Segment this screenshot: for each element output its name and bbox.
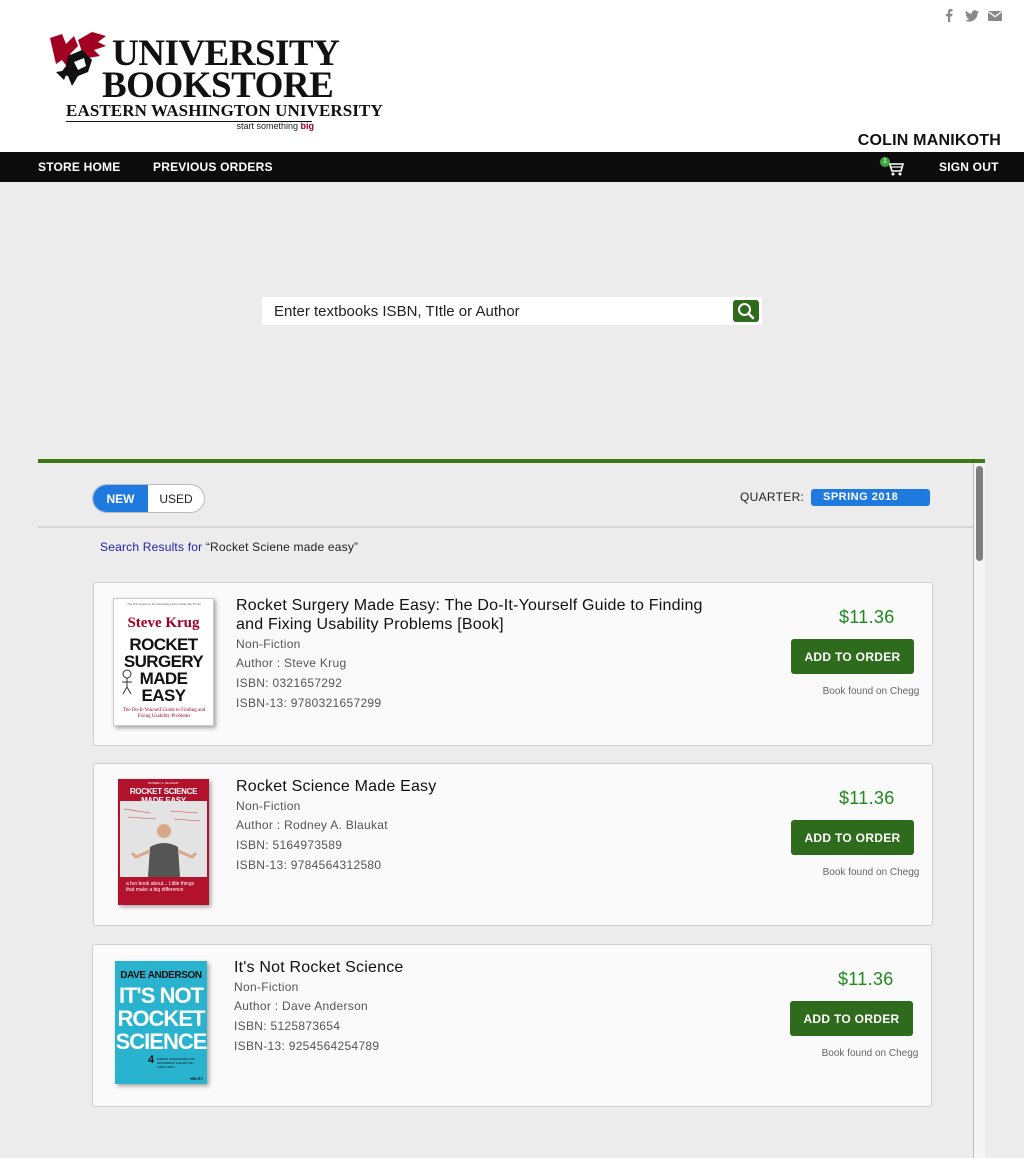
search-results-query: “Rocket Sciene made easy” [205,540,359,554]
logo-university-name: EASTERN WASHINGTON UNIVERSITY [66,101,383,120]
search-button[interactable] [733,300,759,322]
eagle-logo-icon [50,32,106,86]
search-input[interactable] [262,297,728,325]
book-author: Author : Steve Krug [236,656,347,670]
book-cover[interactable]: RODNEY A. BLAUKAT ROCKET SCIENCE MADE EA… [118,779,209,905]
cover-blurb: The first sequel to the bestselling Don'… [127,602,201,606]
site-header: UNIVERSITY BOOKSTORE EASTERN WASHINGTON … [0,0,1024,152]
book-card: RODNEY A. BLAUKAT ROCKET SCIENCE MADE EA… [93,763,933,926]
cover-tagline: SIMPLE STRATEGIES FOR MASTERING THE ART … [157,1057,195,1069]
mail-icon[interactable] [987,8,1002,23]
book-source: Book found on Chegg [822,686,920,697]
add-to-order-button[interactable]: ADD TO ORDER [790,1001,913,1036]
person-icon [123,808,201,877]
cart-button[interactable]: 1 [878,157,906,177]
search-bar [262,297,762,325]
book-isbn: ISBN: 5164973589 [236,838,343,852]
book-isbn13: ISBN-13: 9784564312580 [236,858,382,872]
book-source: Book found on Chegg [822,867,920,878]
cover-title-line: IT'S NOT [118,983,204,1008]
cover-figure-icon [122,669,132,695]
cover-subtitle: The Do-It-Yourself Guide to Finding and … [122,708,206,719]
logo-tagline: start something big [236,121,314,131]
scrollbar-thumb[interactable] [976,466,983,561]
book-author: Author : Dave Anderson [234,999,369,1013]
add-to-order-button[interactable]: ADD TO ORDER [791,820,914,855]
user-name: COLIN MANIKOTH [857,132,1001,149]
social-links [941,8,1002,23]
main-nav: STORE HOME PREVIOUS ORDERS 1 SIGN OUT [0,152,1024,182]
cart-count-badge: 1 [880,157,890,167]
logo-tagline-text: start something [236,121,298,131]
twitter-icon[interactable] [964,8,979,23]
book-genre: Non-Fiction [236,637,301,651]
cover-title-line: ROCKET [129,635,198,654]
book-isbn13: ISBN-13: 9254564254789 [234,1039,380,1053]
book-isbn13: ISBN-13: 9780321657299 [236,696,382,710]
cover-author: RODNEY A. BLAUKAT [148,781,179,785]
book-card: The first sequel to the bestselling Don'… [93,582,933,746]
book-source: Book found on Chegg [821,1048,919,1059]
cover-blurb: a fun book about... Little things that m… [126,881,195,893]
cover-author: Steve Krug [127,615,200,631]
book-title[interactable]: Rocket Surgery Made Easy: The Do-It-Your… [236,596,706,634]
toggle-new[interactable]: NEW [93,485,148,512]
results-panel: NEW USED QUARTER: SPRING 2018 Search Res… [38,459,985,1158]
search-results-heading: Search Results for “Rocket Sciene made e… [100,540,358,554]
book-card: DAVE ANDERSON IT'S NOT ROCKET SCIENCE 4 … [92,944,932,1107]
book-price: $11.36 [839,788,895,808]
search-results-label: Search Results for [100,540,203,554]
book-title[interactable]: Rocket Science Made Easy [236,777,706,796]
divider [38,526,973,528]
book-genre: Non-Fiction [236,799,301,813]
logo-wordmark-line2: BOOKSTORE [102,65,334,106]
nav-previous-orders[interactable]: PREVIOUS ORDERS [153,160,273,174]
toggle-used[interactable]: USED [148,485,204,512]
cover-photo [120,801,207,877]
book-price: $11.36 [839,607,895,627]
condition-toggle: NEW USED [92,484,205,513]
book-price: $11.36 [838,969,894,989]
quarter-select[interactable]: SPRING 2018 [811,489,930,506]
book-author: Author : Rodney A. Blaukat [236,818,388,832]
bookstore-logo[interactable]: UNIVERSITY BOOKSTORE EASTERN WASHINGTON … [48,30,383,134]
logo-tagline-emphasis: big [300,121,315,131]
cover-title-line: SCIENCE [115,1029,207,1054]
cover-title-line: ROCKET [117,1006,206,1031]
nav-store-home[interactable]: STORE HOME [38,160,120,174]
cover-number: 4 [148,1054,155,1066]
search-icon [738,303,755,320]
book-cover[interactable]: The first sequel to the bestselling Don'… [113,598,214,726]
nav-sign-out[interactable]: SIGN OUT [939,160,999,174]
cover-author: DAVE ANDERSON [120,970,202,981]
book-cover[interactable]: DAVE ANDERSON IT'S NOT ROCKET SCIENCE 4 … [115,961,207,1084]
book-genre: Non-Fiction [234,980,299,994]
book-isbn: ISBN: 0321657292 [236,676,343,690]
quarter-label: QUARTER: [740,490,805,504]
book-title[interactable]: It's Not Rocket Science [234,958,704,977]
cover-title-line: SURGERY [123,652,204,671]
facebook-icon[interactable] [941,8,956,23]
cover-publisher: WILEY [190,1076,203,1081]
add-to-order-button[interactable]: ADD TO ORDER [791,639,914,674]
cover-title: IT'S NOT ROCKET SCIENCE [115,984,207,1053]
results-scrollbar[interactable] [973,463,985,1158]
book-isbn: ISBN: 5125873654 [234,1019,341,1033]
